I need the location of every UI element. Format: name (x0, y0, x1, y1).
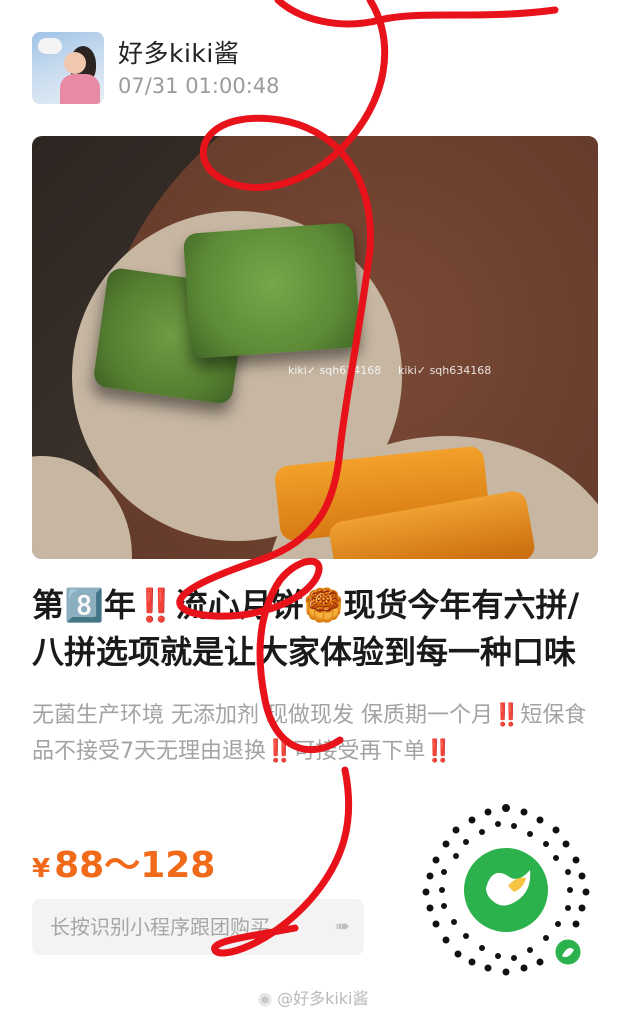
price: ¥88～128 (32, 836, 215, 888)
post-timestamp: 07/31 01:00:48 (118, 74, 280, 98)
product-description: 无菌生产环境 无添加剂 现做现发 保质期一个月‼️短保食品不接受7天无理由退换‼… (32, 703, 587, 764)
avatar-body-shape (60, 74, 100, 104)
weibo-logo-icon: ◉ (258, 989, 272, 1008)
group-buy-button[interactable]: 长按识别小程序跟团购买 ➠ (32, 899, 364, 955)
username[interactable]: 好多kiki酱 (118, 34, 239, 70)
avatar[interactable] (32, 32, 104, 104)
matcha-mooncake (182, 222, 362, 359)
image-watermark: kiki✓ sqh634168 (398, 364, 492, 377)
currency-symbol: ¥ (32, 854, 51, 884)
mini-program-qr-code[interactable] (416, 800, 596, 980)
footer-watermark-text: @好多kiki酱 (277, 989, 369, 1008)
post-header: 好多kiki酱 07/31 01:00:48 (32, 30, 612, 106)
avatar-face-shape (64, 52, 86, 74)
avatar-cat-shape (38, 38, 62, 54)
image-watermark: kiki✓ sqh634168 (288, 364, 382, 377)
footer-watermark: ◉ @好多kiki酱 (258, 985, 369, 1009)
price-range: 88～128 (54, 845, 216, 886)
group-buy-label: 长按识别小程序跟团购买 (50, 915, 270, 939)
product-title[interactable]: 第8️⃣年‼️流心月饼🥮现货今年有六拼/八拼选项就是让大家体验到每一种口味 (32, 582, 600, 676)
product-photo[interactable]: kiki✓ sqh634168 kiki✓ sqh634168 (32, 136, 598, 559)
hand-pointing-icon: ➠ (334, 916, 350, 937)
